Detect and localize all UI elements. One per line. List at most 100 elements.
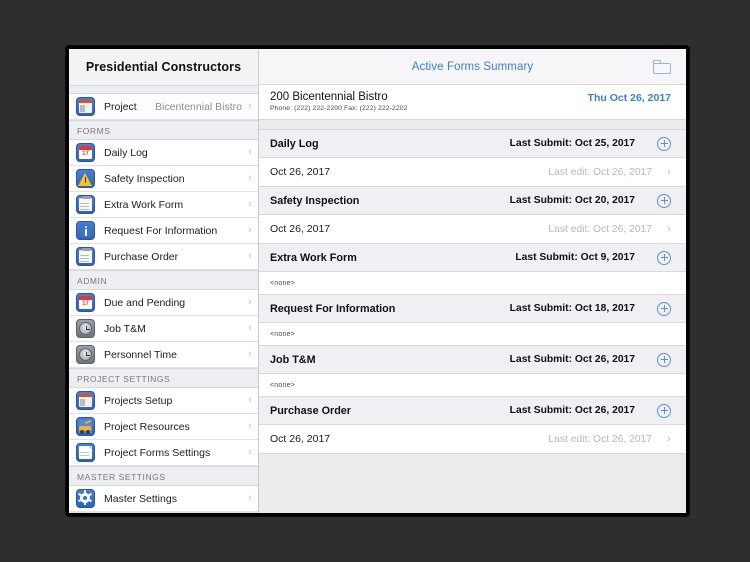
entry-date: Oct 26, 2017 — [270, 223, 331, 235]
form-entry-row[interactable]: Oct 26, 2017 Last edit: Oct 26, 2017 › — [259, 158, 686, 186]
sidebar-item-label: Master Settings — [104, 492, 177, 505]
document-icon — [76, 443, 95, 462]
sidebar-section-header-forms: FORMS — [69, 120, 258, 140]
list-top-spacer — [259, 120, 686, 130]
form-header[interactable]: Purchase Order Last Submit: Oct 26, 2017 — [259, 397, 686, 425]
form-entry-row[interactable]: Oct 26, 2017 Last edit: Oct 26, 2017 › — [259, 425, 686, 453]
form-header[interactable]: Job T&M Last Submit: Oct 26, 2017 — [259, 346, 686, 374]
entry-last-edit: Last edit: Oct 26, 2017 — [548, 223, 652, 235]
chevron-right-icon: › — [248, 492, 252, 504]
form-header[interactable]: Daily Log Last Submit: Oct 25, 2017 — [259, 130, 686, 158]
plus-circle-icon[interactable] — [657, 250, 671, 265]
sidebar-item-project[interactable]: Project Bicentennial Bistro › — [69, 94, 258, 120]
form-title: Safety Inspection — [270, 194, 360, 207]
sidebar-item-extra-work-form[interactable]: Extra Work Form › — [69, 192, 258, 218]
entry-empty-label: <none> — [270, 381, 295, 389]
form-title: Extra Work Form — [270, 251, 357, 264]
clipboard-icon — [76, 195, 95, 214]
sidebar-item-daily-log[interactable]: Daily Log › — [69, 140, 258, 166]
sidebar-item-label: Project — [104, 100, 137, 113]
gear-icon — [76, 489, 95, 508]
form-header[interactable]: Request For Information Last Submit: Oct… — [259, 295, 686, 323]
chevron-right-icon: › — [248, 250, 252, 262]
chevron-right-icon: › — [248, 100, 252, 112]
project-header: 200 Bicentennial Bistro Phone: (222) 222… — [259, 85, 686, 120]
sidebar-company-title: Presidential Constructors — [69, 49, 258, 85]
sidebar-filler — [69, 512, 258, 513]
form-entry-row-empty: <none> — [259, 374, 686, 396]
excavator-icon — [76, 417, 95, 436]
form-block-extra-work-form: Extra Work Form Last Submit: Oct 9, 2017… — [259, 244, 686, 295]
form-block-daily-log: Daily Log Last Submit: Oct 25, 2017 Oct … — [259, 130, 686, 187]
form-entry-row-empty: <none> — [259, 323, 686, 345]
chevron-right-icon: › — [667, 223, 671, 235]
project-board-icon — [76, 97, 95, 116]
sidebar-item-label: Project Forms Settings — [104, 446, 211, 459]
clock-icon — [76, 345, 95, 364]
chevron-right-icon: › — [248, 146, 252, 158]
project-board-icon — [76, 391, 95, 410]
sidebar-item-safety-inspection[interactable]: Safety Inspection › — [69, 166, 258, 192]
plus-circle-icon[interactable] — [657, 193, 671, 208]
chevron-right-icon: › — [248, 394, 252, 406]
entry-last-edit: Last edit: Oct 26, 2017 — [548, 166, 652, 178]
sidebar-item-personnel-time[interactable]: Personnel Time › — [69, 342, 258, 368]
entry-empty-label: <none> — [270, 279, 295, 287]
sidebar-item-request-for-information[interactable]: Request For Information › — [69, 218, 258, 244]
chevron-right-icon: › — [248, 296, 252, 308]
plus-circle-icon[interactable] — [657, 136, 671, 151]
folder-icon[interactable] — [653, 59, 671, 74]
main-toolbar: Active Forms Summary — [259, 49, 686, 85]
entry-date: Oct 26, 2017 — [270, 433, 331, 445]
sidebar-item-label: Personnel Time — [104, 348, 177, 361]
sidebar-item-label: Projects Setup — [104, 394, 173, 407]
calendar-icon — [76, 293, 95, 312]
form-entry-row[interactable]: Oct 26, 2017 Last edit: Oct 26, 2017 › — [259, 215, 686, 243]
sidebar-item-job-tm[interactable]: Job T&M › — [69, 316, 258, 342]
project-name: 200 Bicentennial Bistro — [270, 91, 388, 103]
warning-triangle-icon — [76, 169, 95, 188]
form-last-submit: Last Submit: Oct 25, 2017 — [509, 138, 635, 149]
form-block-request-for-information: Request For Information Last Submit: Oct… — [259, 295, 686, 346]
sidebar-item-project-resources[interactable]: Project Resources › — [69, 414, 258, 440]
chevron-right-icon: › — [248, 172, 252, 184]
sidebar-item-projects-setup[interactable]: Projects Setup › — [69, 388, 258, 414]
sidebar-item-label: Extra Work Form — [104, 198, 184, 211]
form-entry-row-empty: <none> — [259, 272, 686, 294]
main-panel: Active Forms Summary 200 Bicentennial Bi… — [259, 49, 686, 513]
plus-circle-icon[interactable] — [657, 403, 671, 418]
form-last-submit: Last Submit: Oct 20, 2017 — [509, 195, 635, 206]
form-title: Job T&M — [270, 353, 316, 366]
form-block-safety-inspection: Safety Inspection Last Submit: Oct 20, 2… — [259, 187, 686, 244]
form-block-purchase-order: Purchase Order Last Submit: Oct 26, 2017… — [259, 397, 686, 454]
chevron-right-icon: › — [248, 446, 252, 458]
sidebar-item-master-settings[interactable]: Master Settings › — [69, 486, 258, 512]
sidebar-item-label: Request For Information — [104, 224, 218, 237]
form-last-submit: Last Submit: Oct 9, 2017 — [515, 252, 635, 263]
plus-circle-icon[interactable] — [657, 301, 671, 316]
sidebar-section-header-admin: ADMIN — [69, 270, 258, 290]
sidebar-item-label: Daily Log — [104, 146, 148, 159]
sidebar-item-label: Safety Inspection — [104, 172, 185, 185]
chevron-right-icon: › — [248, 224, 252, 236]
form-last-submit: Last Submit: Oct 18, 2017 — [509, 303, 635, 314]
sidebar-item-project-forms-settings[interactable]: Project Forms Settings › — [69, 440, 258, 466]
form-header[interactable]: Extra Work Form Last Submit: Oct 9, 2017 — [259, 244, 686, 272]
entry-empty-label: <none> — [270, 330, 295, 338]
plus-circle-icon[interactable] — [657, 352, 671, 367]
main-filler — [259, 454, 686, 513]
sidebar-item-label: Purchase Order — [104, 250, 179, 263]
sidebar-item-due-and-pending[interactable]: Due and Pending › — [69, 290, 258, 316]
sidebar: Presidential Constructors Project Bicent… — [69, 49, 259, 513]
sidebar-section-header-master-settings: MASTER SETTINGS — [69, 466, 258, 486]
project-contact: Phone: (222) 222-2200 Fax: (222) 222-220… — [270, 105, 408, 112]
form-header[interactable]: Safety Inspection Last Submit: Oct 20, 2… — [259, 187, 686, 215]
form-title: Request For Information — [270, 302, 396, 315]
form-title: Purchase Order — [270, 404, 352, 417]
sidebar-top-divider — [69, 85, 258, 94]
app-screen: Presidential Constructors Project Bicent… — [69, 49, 686, 513]
form-last-submit: Last Submit: Oct 26, 2017 — [509, 354, 635, 365]
chevron-right-icon: › — [248, 198, 252, 210]
form-title: Daily Log — [270, 137, 319, 150]
sidebar-item-purchase-order[interactable]: Purchase Order › — [69, 244, 258, 270]
